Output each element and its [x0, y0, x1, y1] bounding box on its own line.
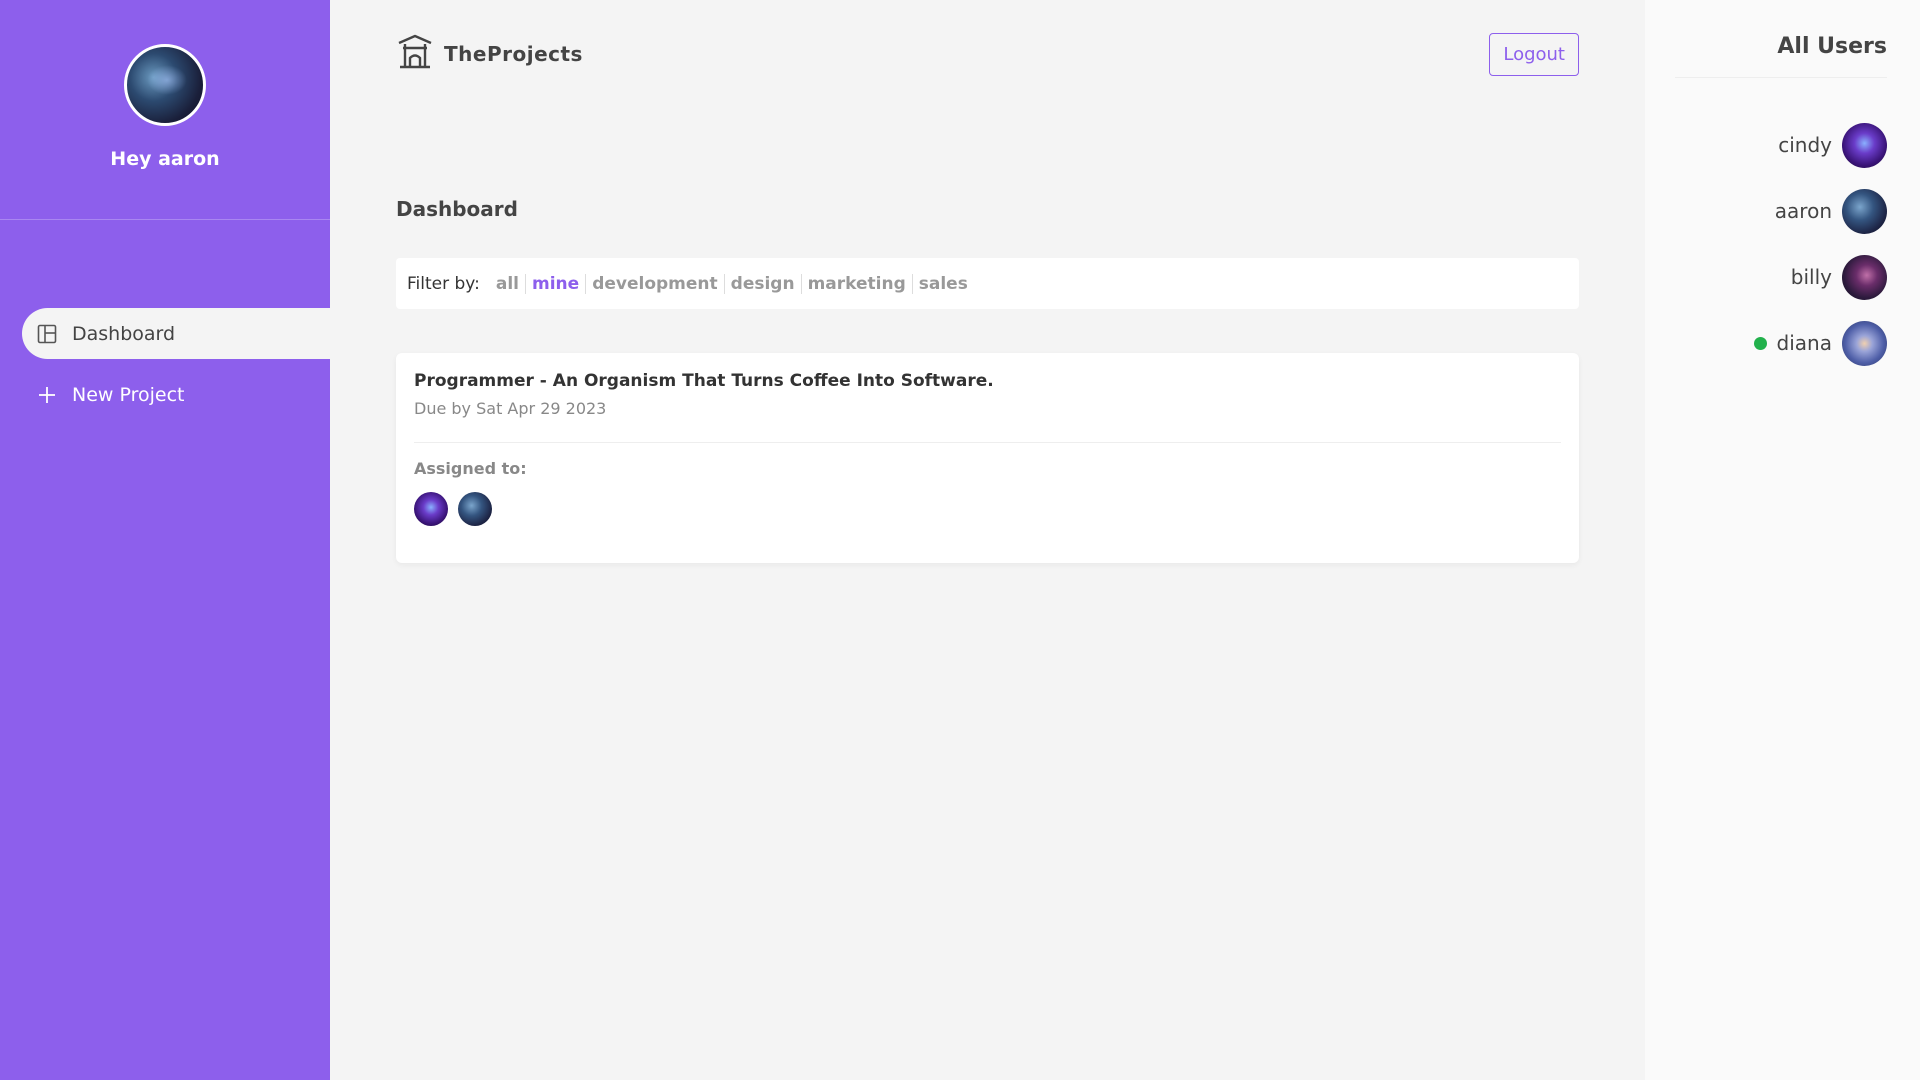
dashboard-icon — [36, 323, 58, 345]
sidebar-nav: Dashboard New Project — [22, 308, 330, 430]
user-item: cindy — [1778, 122, 1887, 168]
avatar — [124, 44, 206, 126]
plus-icon — [36, 384, 58, 406]
assignee-avatar — [458, 492, 492, 526]
top-bar: TheProjects Logout — [396, 30, 1579, 78]
users-panel-title: All Users — [1777, 34, 1887, 59]
brand-name: TheProjects — [444, 42, 583, 66]
filter-bar: Filter by: all mine development design m… — [396, 258, 1579, 309]
user-item: billy — [1791, 254, 1887, 300]
user-name: diana — [1776, 331, 1832, 355]
logout-button[interactable]: Logout — [1489, 32, 1579, 76]
filter-option-development[interactable]: development — [586, 273, 725, 294]
card-divider — [414, 442, 1561, 443]
project-due-date: Due by Sat Apr 29 2023 — [414, 399, 607, 418]
brand[interactable]: TheProjects — [396, 33, 583, 75]
users-panel: All Users cindy aaron billy diana — [1645, 0, 1920, 1080]
sidebar-item-new-project[interactable]: New Project — [22, 369, 330, 420]
main-content: TheProjects Logout Dashboard Filter by: … — [330, 0, 1645, 1080]
user-name: aaron — [1774, 199, 1832, 223]
assigned-label: Assigned to: — [414, 459, 527, 478]
assignee-list — [414, 492, 1561, 526]
project-card[interactable]: Programmer - An Organism That Turns Coff… — [396, 353, 1579, 563]
profile-section: Hey aaron — [0, 0, 330, 220]
sidebar-item-label: New Project — [72, 383, 185, 406]
sidebar-item-label: Dashboard — [72, 322, 176, 345]
user-avatar — [1842, 254, 1887, 300]
user-name: cindy — [1778, 133, 1832, 157]
user-avatar — [1842, 122, 1887, 168]
filter-option-sales[interactable]: sales — [913, 274, 974, 294]
user-item: aaron — [1775, 188, 1887, 234]
project-title: Programmer - An Organism That Turns Coff… — [414, 371, 994, 391]
user-avatar — [1842, 320, 1887, 366]
filter-option-mine[interactable]: mine — [526, 273, 587, 294]
user-avatar — [1842, 188, 1887, 234]
online-status-dot — [1753, 336, 1767, 350]
filter-option-marketing[interactable]: marketing — [802, 273, 913, 294]
filter-option-all[interactable]: all — [490, 273, 526, 294]
filter-label: Filter by: — [407, 273, 480, 294]
sidebar: Hey aaron Dashboard New Project — [0, 0, 330, 1080]
assignee-avatar — [414, 492, 448, 526]
users-divider — [1675, 77, 1887, 78]
user-name: billy — [1790, 265, 1832, 289]
user-item: diana — [1753, 320, 1887, 366]
greeting: Hey aaron — [110, 148, 220, 170]
filter-option-design[interactable]: design — [725, 273, 802, 294]
temple-logo-icon — [396, 33, 434, 75]
page-title: Dashboard — [396, 197, 518, 221]
sidebar-item-dashboard[interactable]: Dashboard — [22, 308, 330, 359]
